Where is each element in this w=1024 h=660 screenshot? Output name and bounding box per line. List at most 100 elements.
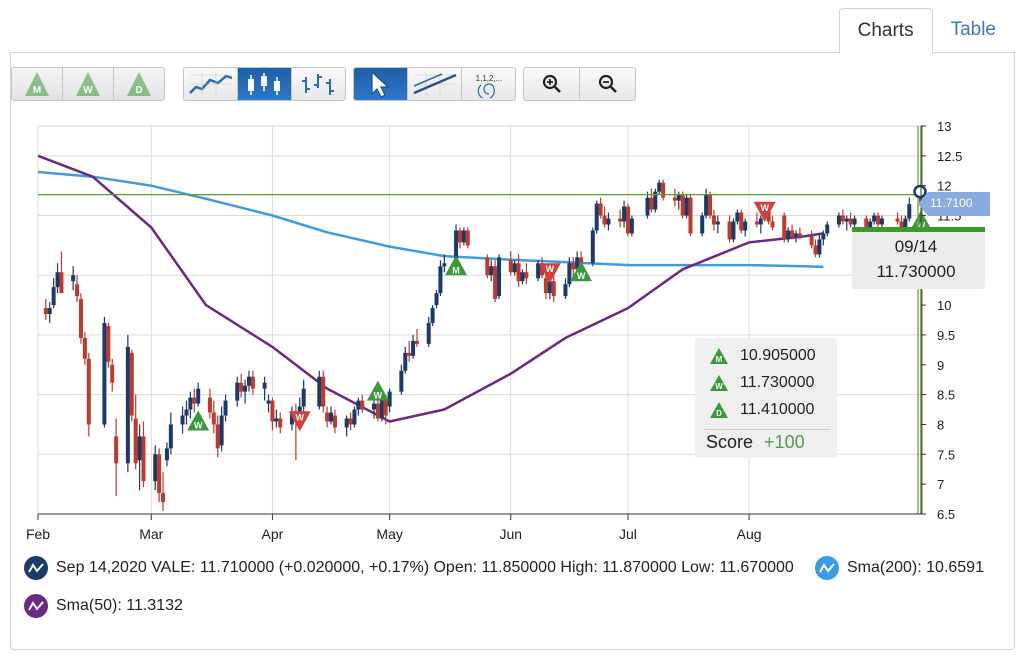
- tab-charts[interactable]: Charts: [838, 8, 933, 54]
- candle-body: [215, 424, 220, 449]
- candle: [243, 379, 248, 404]
- candle-body: [375, 403, 380, 419]
- candle: [129, 349, 134, 422]
- candle-body: [524, 272, 529, 279]
- candle: [813, 239, 818, 258]
- candle-body: [348, 418, 353, 425]
- candle: [430, 305, 435, 326]
- candle: [493, 260, 498, 303]
- candle: [680, 191, 685, 219]
- candle-body: [184, 409, 189, 416]
- candle-body: [360, 400, 365, 410]
- svg-text:D: D: [716, 409, 722, 418]
- candle: [622, 200, 627, 228]
- candle: [879, 215, 884, 228]
- candle: [649, 188, 654, 213]
- candle: [321, 370, 326, 413]
- candle: [594, 200, 599, 234]
- candle: [102, 317, 107, 428]
- candle-body: [250, 376, 255, 389]
- sma200-series-icon: [815, 556, 839, 580]
- candle-body: [606, 218, 611, 225]
- candle: [793, 230, 798, 243]
- candle: [133, 394, 138, 470]
- candle: [563, 278, 568, 300]
- candle: [325, 406, 330, 428]
- candle: [711, 209, 716, 231]
- candle-body: [137, 436, 142, 461]
- candle-body: [434, 293, 439, 306]
- candle: [372, 400, 377, 419]
- candle-body: [356, 400, 361, 410]
- candle-body: [430, 308, 435, 323]
- score-value: +100: [764, 432, 805, 452]
- y-tick-label: 9.5: [937, 328, 955, 343]
- candle: [403, 346, 408, 374]
- signal-letter: M: [452, 265, 460, 275]
- candle: [82, 331, 87, 365]
- candle: [844, 215, 849, 231]
- candle-body: [797, 233, 802, 237]
- candle-body: [207, 397, 212, 413]
- buy-signal-marker: W: [366, 380, 389, 401]
- candle-body: [102, 322, 107, 425]
- candle-body: [844, 218, 849, 222]
- candle: [715, 215, 720, 234]
- score-label: Score: [706, 432, 754, 452]
- tooltip-date: 09/14: [894, 237, 938, 256]
- y-tick-label: 8: [937, 417, 944, 432]
- candle-body: [715, 221, 720, 225]
- candle-body: [876, 215, 881, 225]
- chart-axes: 6.577.588.599.51010.51111.51212.513FebMa…: [26, 119, 962, 542]
- candle-body: [598, 203, 603, 216]
- candle-body: [274, 418, 279, 422]
- x-tick-label: Feb: [26, 526, 50, 542]
- candle: [438, 260, 443, 297]
- candle-body: [387, 391, 392, 407]
- y-tick-label: 9: [937, 358, 944, 373]
- candle: [215, 415, 220, 458]
- candle-body: [848, 218, 853, 225]
- candle: [184, 400, 189, 425]
- candle-body: [438, 266, 443, 294]
- candle-body: [489, 266, 494, 276]
- candle: [817, 233, 822, 258]
- candle-body: [543, 278, 548, 294]
- candle-body: [110, 364, 115, 383]
- candle: [727, 215, 732, 243]
- candle-body: [157, 454, 162, 494]
- candle-body: [141, 436, 146, 482]
- candle: [329, 406, 334, 425]
- candle-body: [782, 215, 787, 240]
- score-row: W 11.730000: [709, 374, 814, 392]
- candle-body: [512, 263, 517, 273]
- score-row-value: 11.410000: [740, 401, 815, 418]
- candle-body: [684, 197, 689, 216]
- candle-body: [71, 275, 76, 282]
- candle-body: [399, 370, 404, 392]
- candle-body: [321, 376, 326, 407]
- candle: [51, 278, 56, 309]
- candle: [78, 293, 83, 344]
- score-row: D 11.410000: [709, 401, 814, 419]
- tooltip-indicator-bar: [852, 227, 985, 232]
- candle-body: [59, 272, 64, 294]
- candle: [688, 194, 693, 237]
- candle: [188, 391, 193, 419]
- candle: [653, 188, 658, 213]
- candle: [250, 370, 255, 395]
- candle: [590, 227, 595, 267]
- candle: [207, 388, 212, 419]
- weekly-signal-icon: W: [710, 375, 728, 391]
- candle: [86, 352, 91, 437]
- candle: [739, 209, 744, 234]
- candle: [47, 302, 52, 323]
- candle-body: [731, 221, 736, 240]
- candle: [907, 197, 912, 222]
- score-row-value: 11.730000: [740, 374, 815, 391]
- candle-body: [590, 230, 595, 264]
- y-tick-label: 12.5: [937, 149, 962, 164]
- candle-body: [426, 322, 431, 344]
- legend-main: Sep 14,2020 VALE: 11.710000 (+0.020000, …: [24, 556, 794, 580]
- candle: [106, 322, 111, 368]
